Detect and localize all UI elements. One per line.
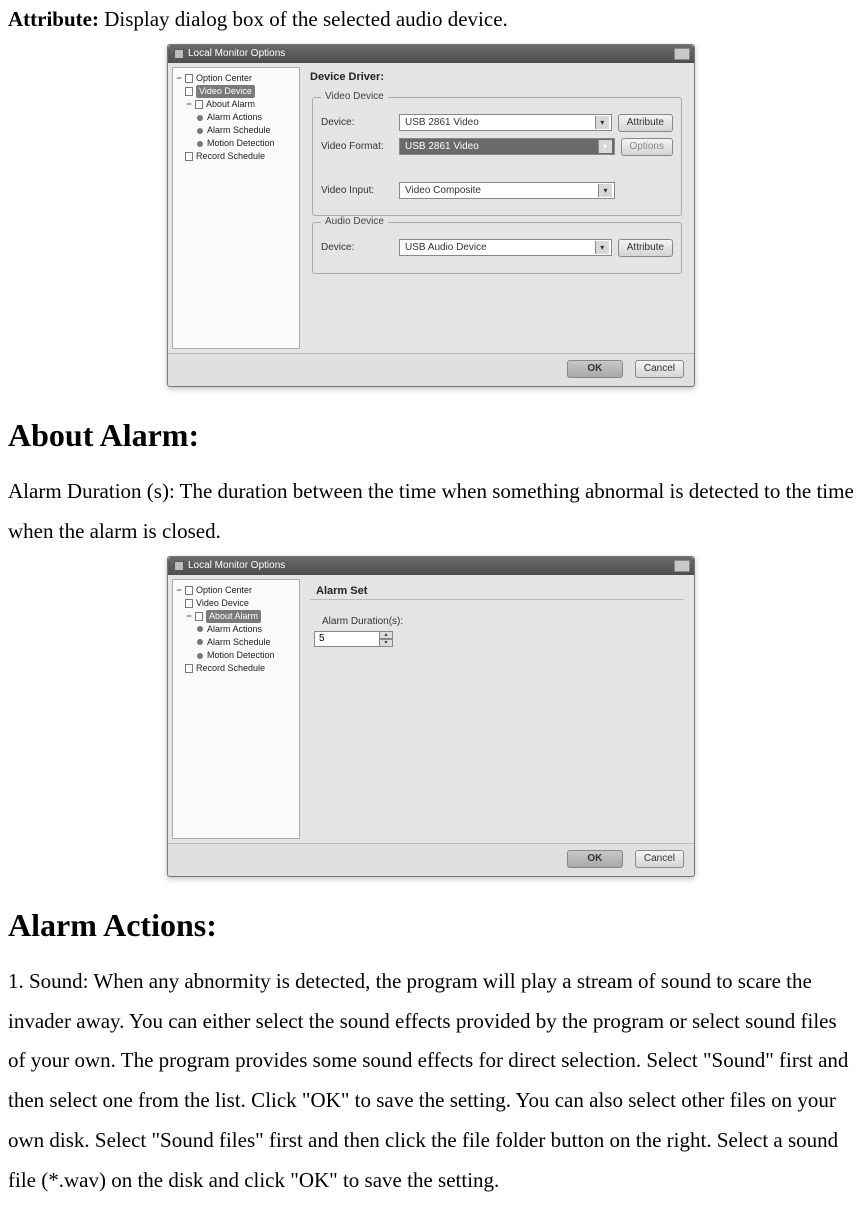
close-icon[interactable]	[674, 560, 690, 572]
window-title: Local Monitor Options	[188, 48, 285, 59]
window-title: Local Monitor Options	[188, 560, 285, 571]
chevron-down-icon[interactable]: ▾	[595, 116, 609, 129]
combo-video-input[interactable]: Video Composite▾	[399, 182, 615, 199]
tree-item-about-alarm[interactable]: −About Alarm	[175, 98, 297, 111]
titlebar: Local Monitor Options	[168, 45, 694, 63]
tree-item-motion-detection[interactable]: Motion Detection	[175, 137, 297, 150]
audio-attribute-button[interactable]: Attribute	[618, 239, 673, 257]
panel-title: Alarm Set	[310, 581, 684, 600]
group-title-audio: Audio Device	[321, 216, 388, 227]
options-tree[interactable]: −Option Center Video Device −About Alarm…	[172, 67, 300, 349]
combo-video-format[interactable]: USB 2861 Video▾	[399, 138, 615, 155]
combo-audio-device[interactable]: USB Audio Device▾	[399, 239, 612, 256]
cancel-button[interactable]: Cancel	[635, 850, 684, 868]
heading-about-alarm: About Alarm:	[8, 417, 854, 454]
window-local-monitor-options-2: Local Monitor Options −Option Center Vid…	[167, 556, 695, 877]
attribute-desc: Display dialog box of the selected audio…	[99, 7, 508, 31]
attribute-button[interactable]: Attribute	[618, 114, 673, 132]
tree-item-alarm-actions[interactable]: Alarm Actions	[175, 111, 297, 124]
tree-item-alarm-actions[interactable]: Alarm Actions	[175, 623, 297, 636]
spin-down-icon[interactable]: ▾	[379, 639, 393, 647]
label-audio-device: Device:	[321, 242, 399, 253]
app-icon	[174, 561, 184, 571]
alarm-actions-paragraph: 1. Sound: When any abnormity is detected…	[8, 962, 854, 1201]
spin-up-icon[interactable]: ▴	[379, 631, 393, 639]
screenshot-device-driver: Local Monitor Options −Option Center Vid…	[8, 44, 854, 387]
panel-title: Device Driver:	[304, 67, 690, 91]
chevron-down-icon[interactable]: ▾	[598, 140, 612, 153]
app-icon	[174, 49, 184, 59]
tree-item-alarm-schedule[interactable]: Alarm Schedule	[175, 636, 297, 649]
panel-alarm-set: Alarm Set Alarm Duration(s): ▴ ▾	[304, 579, 690, 839]
attribute-label: Attribute:	[8, 7, 99, 31]
tree-item-motion-detection[interactable]: Motion Detection	[175, 649, 297, 662]
options-tree[interactable]: −Option Center Video Device −About Alarm…	[172, 579, 300, 839]
combo-video-device[interactable]: USB 2861 Video▾	[399, 114, 612, 131]
screenshot-alarm-set: Local Monitor Options −Option Center Vid…	[8, 556, 854, 877]
tree-item-video-device[interactable]: Video Device	[175, 597, 297, 610]
tree-item-record-schedule[interactable]: Record Schedule	[175, 662, 297, 675]
tree-item-alarm-schedule[interactable]: Alarm Schedule	[175, 124, 297, 137]
alarm-duration-input[interactable]	[314, 631, 380, 647]
dialog-footer: OK Cancel	[168, 843, 694, 876]
tree-item-record-schedule[interactable]: Record Schedule	[175, 150, 297, 163]
ok-button[interactable]: OK	[567, 360, 623, 378]
cancel-button[interactable]: Cancel	[635, 360, 684, 378]
ok-button[interactable]: OK	[567, 850, 623, 868]
chevron-down-icon[interactable]: ▾	[595, 241, 609, 254]
about-alarm-paragraph: Alarm Duration (s): The duration between…	[8, 472, 854, 552]
heading-alarm-actions: Alarm Actions:	[8, 907, 854, 944]
tree-item-about-alarm[interactable]: −About Alarm	[175, 610, 297, 623]
close-icon[interactable]	[674, 48, 690, 60]
label-alarm-duration: Alarm Duration(s):	[322, 616, 680, 627]
titlebar: Local Monitor Options	[168, 557, 694, 575]
alarm-duration-spinner[interactable]: ▴ ▾	[314, 631, 680, 647]
group-title-video: Video Device	[321, 91, 388, 102]
chevron-down-icon[interactable]: ▾	[598, 184, 612, 197]
label-device: Device:	[321, 117, 399, 128]
window-local-monitor-options: Local Monitor Options −Option Center Vid…	[167, 44, 695, 387]
attribute-paragraph: Attribute: Display dialog box of the sel…	[8, 0, 854, 40]
options-button[interactable]: Options	[621, 138, 673, 156]
panel-device-driver: Device Driver: Video Device Device: USB …	[304, 67, 690, 349]
label-video-format: Video Format:	[321, 141, 399, 152]
label-video-input: Video Input:	[321, 185, 399, 196]
tree-item-video-device[interactable]: Video Device	[175, 85, 297, 98]
group-audio-device: Audio Device Device: USB Audio Device▾ A…	[312, 222, 682, 274]
group-video-device: Video Device Device: USB 2861 Video▾ Att…	[312, 97, 682, 216]
dialog-footer: OK Cancel	[168, 353, 694, 386]
